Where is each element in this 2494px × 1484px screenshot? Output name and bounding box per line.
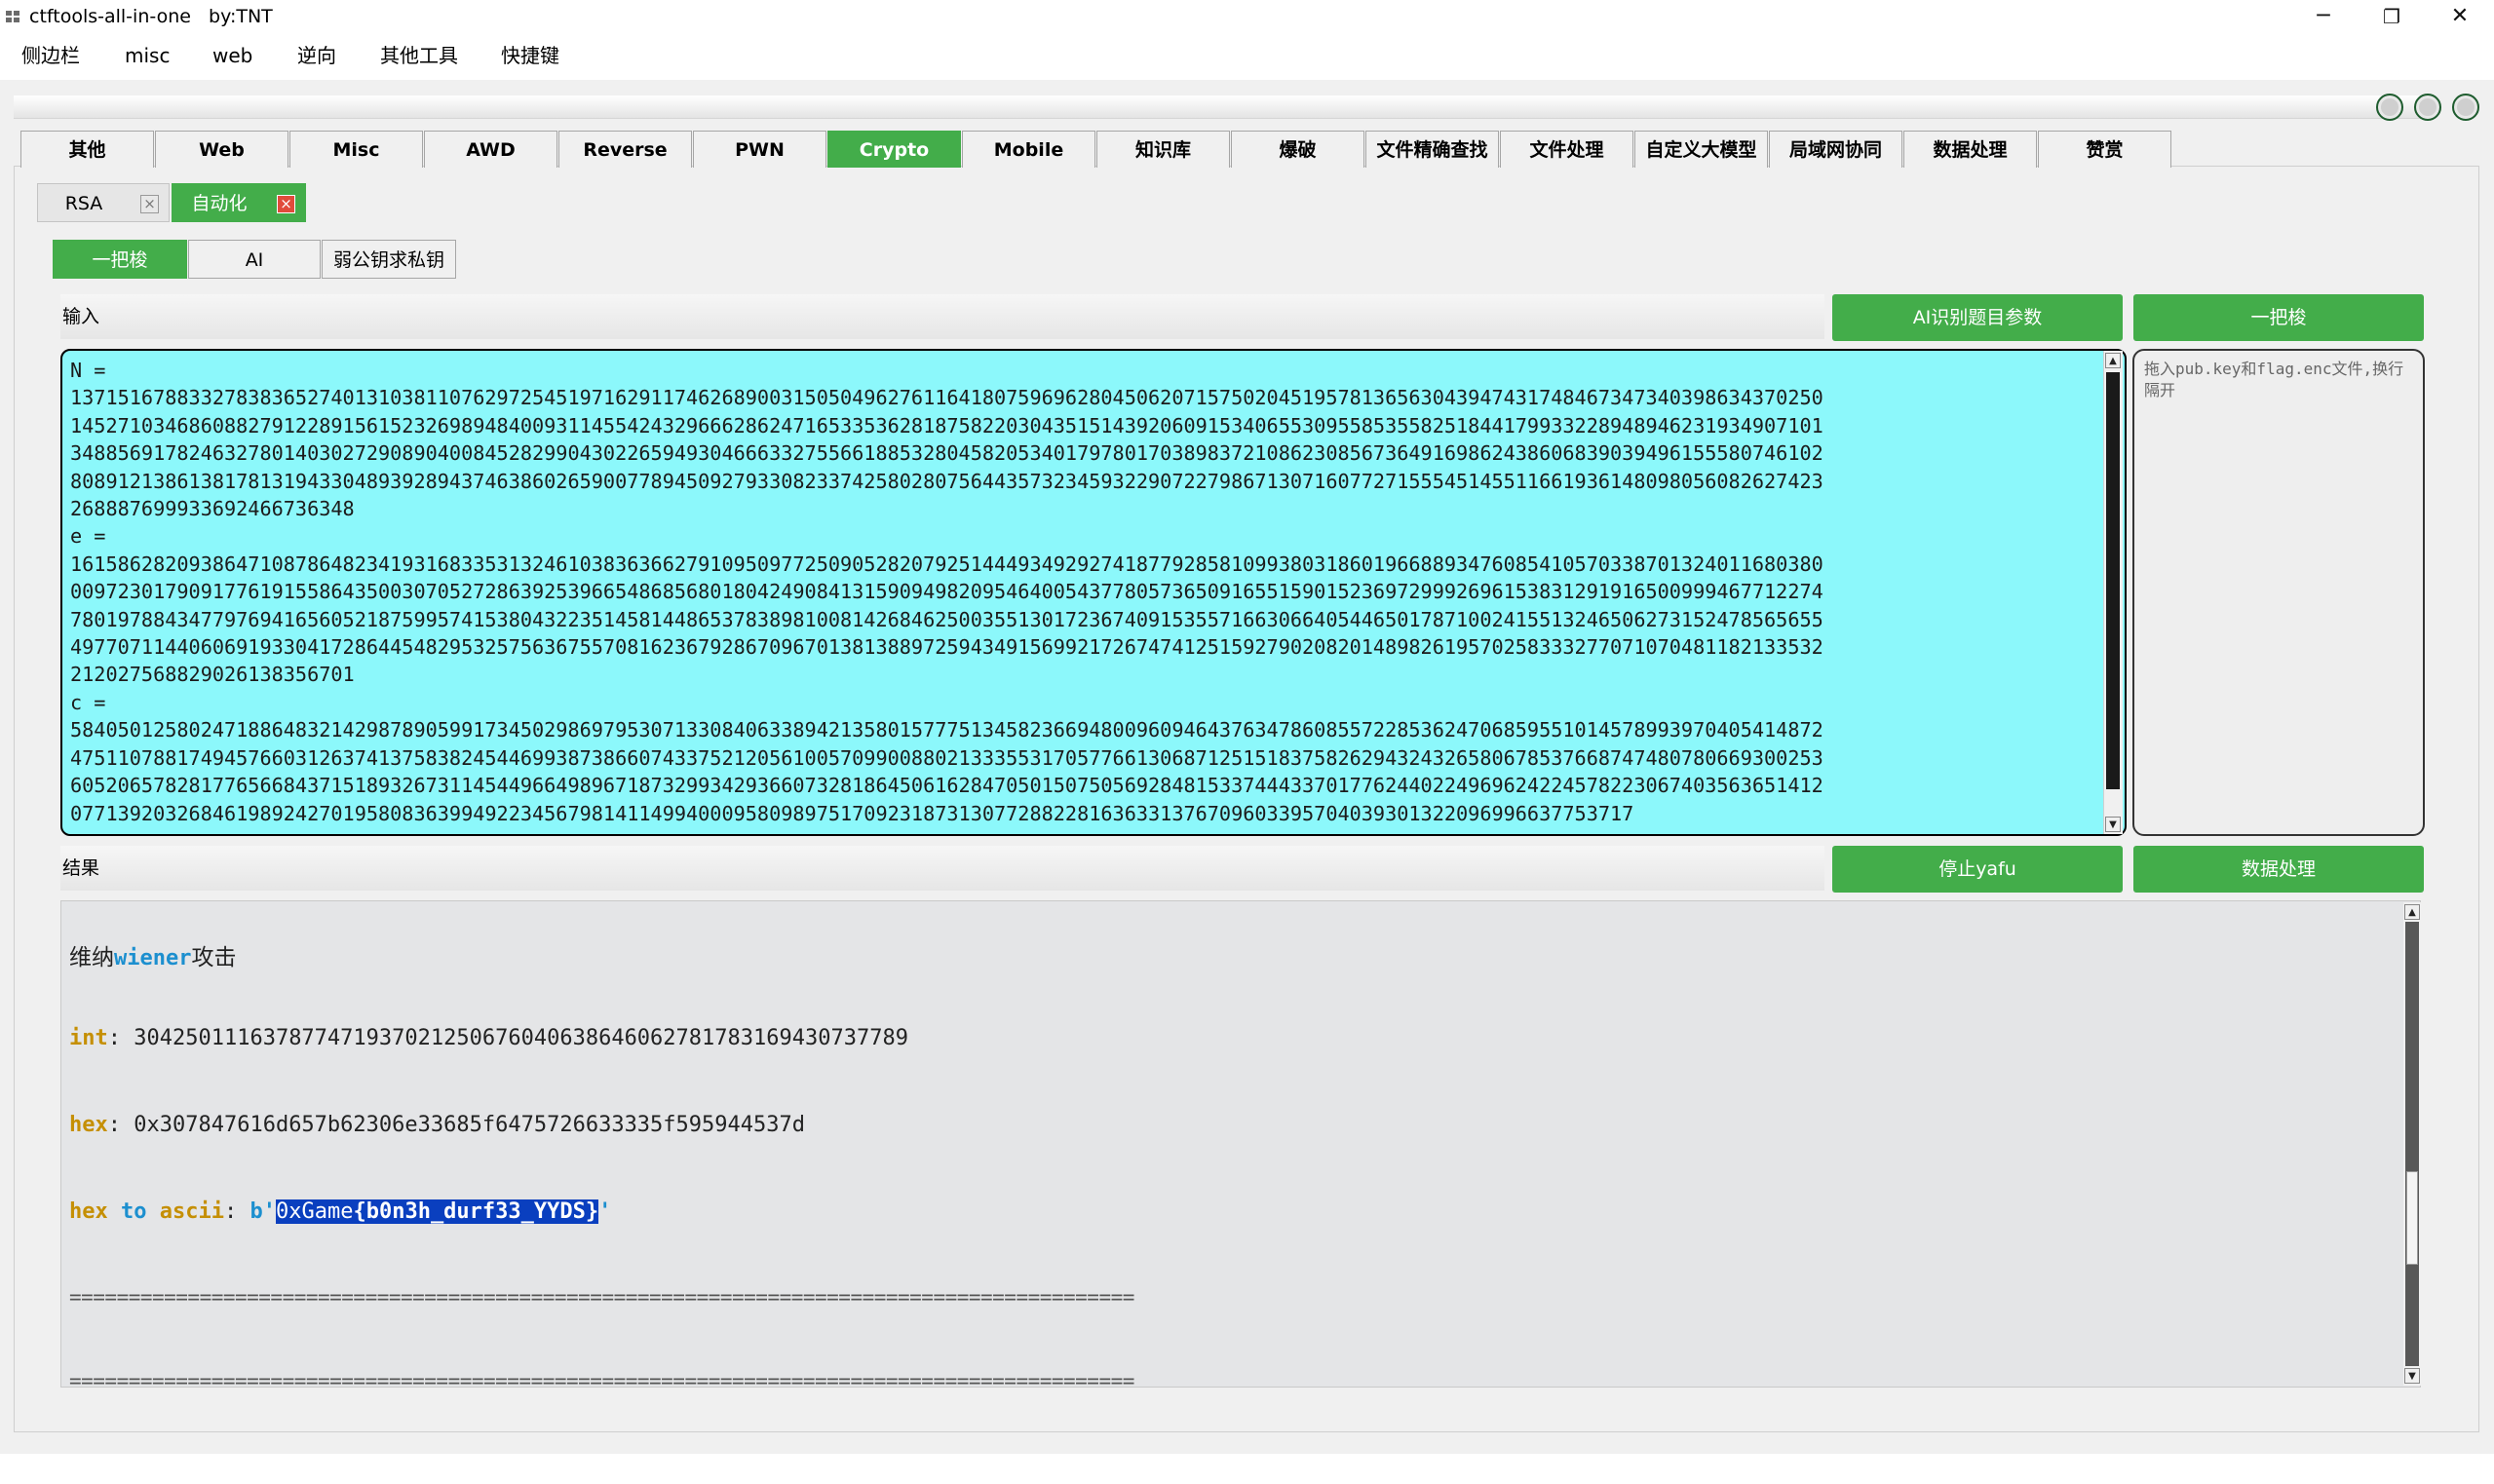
subtab-rsa-label: RSA bbox=[64, 193, 103, 214]
close-window-button[interactable]: ✕ bbox=[2425, 0, 2494, 33]
result-int-line: int: 30425011163787747193702125067604063… bbox=[69, 1026, 908, 1050]
result-hex-line: hex: 0x307847616d657b62306e33685f6475726… bbox=[69, 1113, 805, 1137]
result-ascii-line: hex to ascii: b'0xGame{b0n3h_durf33_YYDS… bbox=[69, 1199, 612, 1224]
tab-mobile[interactable]: Mobile bbox=[962, 131, 1095, 168]
circle-control-3[interactable] bbox=[2452, 94, 2479, 121]
selected-flag-body: {b0n3h_durf33_YYDS} bbox=[353, 1199, 599, 1224]
subtab-automation-label: 自动化 bbox=[191, 193, 248, 214]
menu-web[interactable]: web bbox=[212, 33, 252, 78]
input-label: 输入 bbox=[60, 294, 1824, 339]
one-shot-button[interactable]: 一把梭 bbox=[2133, 294, 2424, 341]
status-strip bbox=[0, 1454, 2494, 1484]
tab-crypto[interactable]: Crypto bbox=[827, 131, 961, 168]
tab-weak-pubkey[interactable]: 弱公钥求私钥 bbox=[322, 240, 456, 279]
window-title: ctftools-all-in-one by:TNT bbox=[29, 6, 273, 27]
close-icon[interactable]: × bbox=[277, 195, 295, 213]
result-output[interactable]: 维纳wiener攻击 int: 304250111637877471937021… bbox=[60, 900, 2421, 1388]
tab-misc[interactable]: Misc bbox=[289, 131, 423, 168]
tab-donate[interactable]: 赞赏 bbox=[2038, 131, 2171, 168]
tab-file-processing[interactable]: 文件处理 bbox=[1500, 131, 1633, 168]
tab-reverse[interactable]: Reverse bbox=[558, 131, 692, 168]
tab-web[interactable]: Web bbox=[155, 131, 288, 168]
tab-bruteforce[interactable]: 爆破 bbox=[1231, 131, 1364, 168]
scroll-up-icon[interactable]: ▲ bbox=[2404, 904, 2420, 920]
result-scroll-thumb[interactable] bbox=[2406, 1171, 2418, 1265]
tab-data-processing[interactable]: 数据处理 bbox=[1903, 131, 2037, 168]
tab-other[interactable]: 其他 bbox=[20, 131, 154, 168]
tab-awd[interactable]: AWD bbox=[424, 131, 557, 168]
tab-lan-collab[interactable]: 局域网协同 bbox=[1769, 131, 1902, 168]
subtab-automation[interactable]: 自动化 × bbox=[172, 183, 306, 222]
input-textarea[interactable]: N = 137151678833278383652740131038110762… bbox=[60, 349, 2127, 836]
input-text: N = 137151678833278383652740131038110762… bbox=[70, 359, 1823, 825]
subtab-rsa[interactable]: RSA × bbox=[37, 183, 170, 222]
separator-line: ========================================… bbox=[69, 1369, 1134, 1388]
title-bar bbox=[0, 0, 2494, 33]
scroll-down-icon[interactable]: ▼ bbox=[2105, 817, 2121, 832]
selected-flag-text: 0xGame bbox=[275, 1199, 354, 1224]
tab-custom-llm[interactable]: 自定义大模型 bbox=[1634, 131, 1768, 168]
scroll-down-icon[interactable]: ▼ bbox=[2404, 1368, 2420, 1384]
ai-identify-params-button[interactable]: AI识别题目参数 bbox=[1832, 294, 2123, 341]
menu-reverse[interactable]: 逆向 bbox=[297, 33, 336, 78]
tab-pwn[interactable]: PWN bbox=[693, 131, 826, 168]
menu-bar bbox=[0, 33, 2494, 80]
tab-one-shot[interactable]: 一把梭 bbox=[53, 240, 187, 279]
input-scroll-thumb[interactable] bbox=[2106, 372, 2120, 789]
menu-shortcuts[interactable]: 快捷键 bbox=[501, 33, 559, 78]
separator-line: ========================================… bbox=[69, 1285, 1134, 1309]
close-icon[interactable]: × bbox=[140, 195, 159, 213]
menu-misc[interactable]: misc bbox=[125, 33, 170, 78]
circle-control-2[interactable] bbox=[2414, 94, 2441, 121]
result-heading: 维纳wiener攻击 bbox=[69, 945, 237, 970]
tab-file-search[interactable]: 文件精确查找 bbox=[1365, 131, 1499, 168]
tab-ai[interactable]: AI bbox=[188, 240, 321, 279]
file-drop-box[interactable]: 拖入pub.key和flag.enc文件,换行隔开 bbox=[2132, 349, 2425, 836]
toolbar-strip bbox=[14, 95, 2421, 119]
menu-other-tools[interactable]: 其他工具 bbox=[380, 33, 458, 78]
maximize-button[interactable]: ❐ bbox=[2357, 0, 2427, 33]
app-icon bbox=[6, 11, 21, 23]
result-label: 结果 bbox=[60, 846, 1824, 891]
tab-knowledge-base[interactable]: 知识库 bbox=[1096, 131, 1230, 168]
scroll-up-icon[interactable]: ▲ bbox=[2105, 353, 2121, 368]
circle-control-1[interactable] bbox=[2376, 94, 2403, 121]
stop-yafu-button[interactable]: 停止yafu bbox=[1832, 846, 2123, 893]
drop-box-placeholder: 拖入pub.key和flag.enc文件,换行隔开 bbox=[2144, 360, 2404, 400]
menu-sidebar[interactable]: 侧边栏 bbox=[21, 33, 80, 78]
minimize-button[interactable]: ─ bbox=[2288, 0, 2359, 33]
data-processing-button[interactable]: 数据处理 bbox=[2133, 846, 2424, 893]
result-scroll-track[interactable] bbox=[2405, 922, 2419, 1366]
